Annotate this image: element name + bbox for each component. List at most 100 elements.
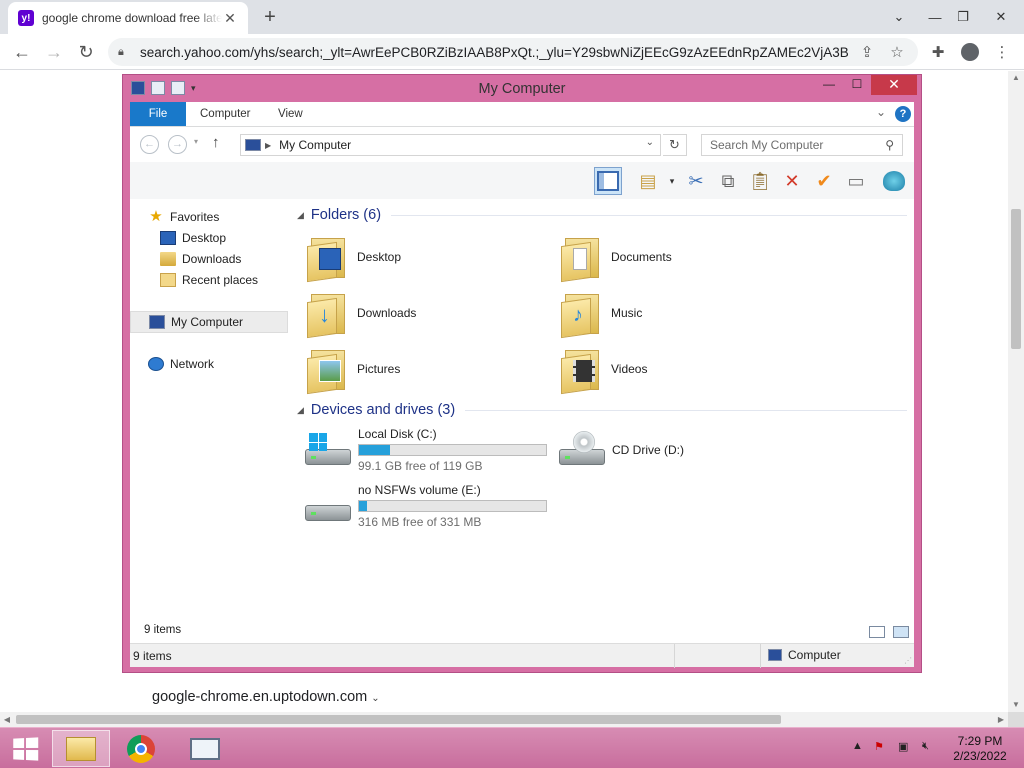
vertical-scroll-thumb[interactable] <box>1011 209 1021 349</box>
explorer-body: File Computer View ⌄ ? ← → ▾ ↑ ▶ My Comp… <box>130 102 914 668</box>
nav-recent-places[interactable]: Recent places <box>130 269 288 291</box>
chevron-down-icon[interactable]: ⌄ <box>371 693 379 704</box>
explorer-status-bar: 9 items Computer ⋰ <box>130 643 914 668</box>
removable-disk-icon <box>305 497 351 527</box>
large-icons-view-icon[interactable] <box>893 626 909 638</box>
collapse-triangle-icon[interactable]: ◢ <box>297 405 304 416</box>
music-folder-icon: ♪ <box>561 290 601 339</box>
folder-documents[interactable]: Documents <box>561 232 811 283</box>
back-arrow-icon[interactable]: ← <box>10 40 34 64</box>
kebab-menu-icon[interactable]: ⋮ <box>990 40 1014 64</box>
folder-music[interactable]: ♪ Music <box>561 288 811 339</box>
explorer-search-box[interactable]: ⚲ <box>701 134 903 156</box>
share-icon[interactable]: ⇪ <box>856 43 878 61</box>
nav-favorites[interactable]: ★ Favorites <box>130 206 288 228</box>
shell-icon[interactable] <box>880 167 908 195</box>
folder-label: Videos <box>611 362 648 376</box>
recent-places-icon <box>160 273 176 287</box>
nav-my-computer[interactable]: My Computer <box>130 311 288 333</box>
delete-x-icon[interactable]: ✕ <box>778 167 806 195</box>
ribbon-tab-computer[interactable]: Computer <box>186 102 265 126</box>
address-bar[interactable]: 🔒︎ search.yahoo.com/yhs/search;_ylt=AwrE… <box>108 38 918 66</box>
new-tab-button[interactable]: + <box>258 6 282 30</box>
items-count-label: 9 items <box>144 624 182 636</box>
ribbon-tab-file[interactable]: File <box>130 102 186 126</box>
address-dropdown-chevron-icon[interactable]: ⌄ <box>646 137 654 148</box>
drive-c[interactable]: Local Disk (C:) 99.1 GB free of 119 GB <box>305 427 555 479</box>
nav-label: Favorites <box>170 210 220 224</box>
pane-layout-icon <box>597 171 619 191</box>
scroll-down-arrow-icon[interactable]: ▼ <box>1008 698 1024 712</box>
scroll-left-arrow-icon[interactable]: ◀ <box>0 712 14 727</box>
up-arrow-icon[interactable]: ↑ <box>212 134 220 151</box>
windows-start-icon[interactable] <box>6 737 40 761</box>
extensions-puzzle-icon[interactable]: ✚ <box>926 40 950 64</box>
system-clock[interactable]: 7:29 PM 2/23/2022 <box>940 734 1020 764</box>
folder-downloads[interactable]: ↓ Downloads <box>307 288 557 339</box>
folder-desktop[interactable]: Desktop <box>307 232 557 283</box>
details-view-icon[interactable] <box>869 626 885 638</box>
scroll-up-arrow-icon[interactable]: ▲ <box>1008 71 1024 85</box>
horizontal-scroll-thumb[interactable] <box>16 715 781 724</box>
vertical-scrollbar[interactable]: ▲ ▼ <box>1008 71 1024 712</box>
nav-desktop[interactable]: Desktop <box>130 227 288 249</box>
restore-icon[interactable]: ❐ <box>946 0 980 34</box>
tab-search-chevron-icon[interactable]: ⌄ <box>882 0 916 34</box>
explorer-search-input[interactable] <box>710 138 886 152</box>
explorer-address-bar[interactable]: ▶ My Computer ⌄ <box>240 134 661 156</box>
drive-e[interactable]: no NSFWs volume (E:) 316 MB free of 331 … <box>305 483 555 535</box>
taskbar-file-explorer[interactable] <box>52 730 110 767</box>
forward-arrow-icon[interactable]: → <box>42 40 66 64</box>
drive-name: no NSFWs volume (E:) <box>358 483 481 497</box>
reload-icon[interactable]: ↻ <box>74 40 98 64</box>
help-icon[interactable]: ? <box>895 106 911 122</box>
folders-group-header[interactable]: ◢ Folders (6) <box>297 207 907 223</box>
drive-d[interactable]: CD Drive (D:) <box>559 427 809 479</box>
explorer-back-icon[interactable]: ← <box>140 135 159 154</box>
rename-icon[interactable]: ▭ <box>842 167 870 195</box>
folder-videos[interactable]: Videos <box>561 344 811 395</box>
paste-clipboard-icon[interactable]: 📋︎ <box>746 167 774 195</box>
browser-tab[interactable]: y! google chrome download free latest ve… <box>8 2 248 34</box>
url-text[interactable]: search.yahoo.com/yhs/search;_ylt=AwrEePC… <box>140 45 848 60</box>
nav-downloads[interactable]: Downloads <box>130 248 288 270</box>
preview-pane-button[interactable] <box>594 167 622 195</box>
explorer-forward-icon[interactable]: → <box>168 135 187 154</box>
ribbon-tab-view[interactable]: View <box>264 102 317 126</box>
taskbar-monitor-app[interactable] <box>176 730 234 767</box>
horizontal-scrollbar[interactable]: ◀ ▶ <box>0 712 1008 727</box>
bookmark-star-icon[interactable]: ☆ <box>886 43 908 61</box>
explorer-minimize-icon[interactable]: — <box>815 75 843 95</box>
action-center-flag-icon[interactable]: ⚑ <box>874 740 884 753</box>
taskbar-chrome[interactable] <box>112 730 170 767</box>
command-toolbar: ▤ ▾ ✂ ⧉ 📋︎ ✕ ✔ ▭ <box>130 162 914 199</box>
address-location[interactable]: My Computer <box>279 138 351 152</box>
devices-group-header[interactable]: ◢ Devices and drives (3) <box>297 402 907 418</box>
explorer-maximize-icon[interactable]: ☐ <box>843 75 871 95</box>
recent-locations-chevron-icon[interactable]: ▾ <box>194 137 198 146</box>
resize-grip-icon[interactable]: ⋰ <box>904 656 912 665</box>
folder-pictures[interactable]: Pictures <box>307 344 557 395</box>
network-tray-icon[interactable]: ▣ <box>898 740 908 753</box>
search-icon[interactable]: ⚲ <box>885 138 894 152</box>
volume-muted-icon[interactable]: 🔇︎ <box>922 740 929 753</box>
nav-label: Recent places <box>182 273 259 287</box>
scroll-right-arrow-icon[interactable]: ▶ <box>994 712 1008 727</box>
nav-network[interactable]: Network <box>130 353 288 375</box>
explorer-close-icon[interactable]: ✕ <box>871 75 917 95</box>
collapse-triangle-icon[interactable]: ◢ <box>297 210 304 221</box>
checkmark-icon[interactable]: ✔ <box>810 167 838 195</box>
site-link-text[interactable]: google-chrome.en.uptodown.com <box>152 689 367 705</box>
nav-label: Desktop <box>182 231 227 245</box>
cut-scissors-icon[interactable]: ✂ <box>682 167 710 195</box>
copy-icon[interactable]: ⧉ <box>714 167 742 195</box>
explorer-refresh-icon[interactable]: ↻ <box>663 134 687 156</box>
show-hidden-icons-arrow-icon[interactable]: ▲ <box>852 740 863 752</box>
nav-label: My Computer <box>171 315 244 329</box>
tab-close-icon[interactable]: ✕ <box>222 10 238 26</box>
breadcrumb-chevron-icon[interactable]: ▶ <box>265 141 271 150</box>
profile-avatar-icon[interactable] <box>958 40 982 64</box>
close-window-icon[interactable]: ✕ <box>984 0 1018 34</box>
result-site-link[interactable]: google-chrome.en.uptodown.com ⌄ <box>152 689 380 705</box>
ribbon-expand-chevron-icon[interactable]: ⌄ <box>876 105 886 119</box>
